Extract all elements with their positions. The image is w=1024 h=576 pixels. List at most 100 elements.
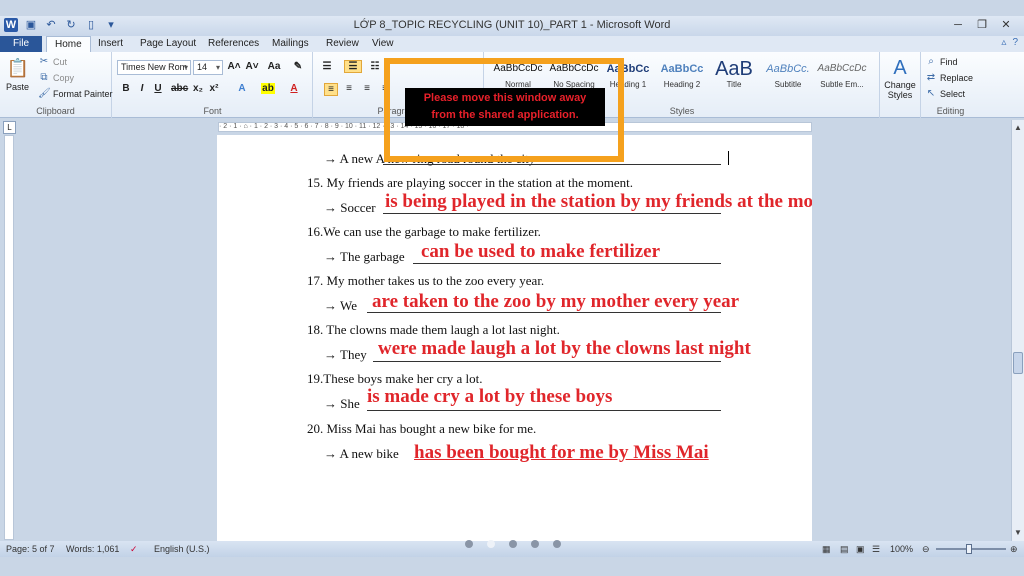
- minimize-ribbon-icon[interactable]: ▵: [1001, 37, 1006, 48]
- tab-page-layout[interactable]: Page Layout: [132, 36, 204, 52]
- language-indicator[interactable]: English (U.S.): [154, 544, 210, 554]
- answer-blank: [383, 164, 721, 165]
- slide-indicator-dots: [465, 540, 561, 548]
- font-group: Times New Rom 14 A˄ A˅ Aa ✎ B I U abc x₂…: [113, 52, 313, 118]
- align-right-icon[interactable]: ≡: [360, 83, 374, 94]
- indicator-dot-active[interactable]: [487, 540, 495, 548]
- grow-font-icon[interactable]: A˄: [227, 61, 241, 72]
- paste-button[interactable]: 📋 Paste: [6, 56, 29, 92]
- superscript-icon[interactable]: x²: [207, 83, 221, 94]
- window-controls: ─ ❐ ✕: [946, 16, 1018, 34]
- align-center-icon[interactable]: ≡: [342, 83, 356, 94]
- indicator-dot[interactable]: [509, 540, 517, 548]
- zoom-slider-handle[interactable]: [966, 544, 972, 554]
- clipboard-group-label: Clipboard: [36, 106, 75, 116]
- tab-mailings[interactable]: Mailings: [264, 36, 317, 52]
- zoom-in-icon[interactable]: ⊕: [1010, 544, 1018, 555]
- style-title[interactable]: AaB Title: [707, 56, 761, 100]
- find-button[interactable]: ⌕ Find: [925, 56, 958, 68]
- change-case-icon[interactable]: Aa: [267, 61, 281, 72]
- underline-icon[interactable]: U: [151, 83, 165, 94]
- tab-file[interactable]: File: [0, 36, 42, 52]
- select-cursor-icon: ↖: [926, 88, 936, 99]
- shrink-font-icon[interactable]: A˅: [245, 61, 259, 72]
- restore-icon[interactable]: ❐: [970, 16, 994, 34]
- vertical-ruler[interactable]: [4, 135, 14, 540]
- outline-view-icon[interactable]: ☰: [872, 544, 880, 555]
- page-count[interactable]: Page: 5 of 7: [6, 544, 55, 554]
- change-styles-label: Change Styles: [884, 80, 916, 100]
- tab-selector[interactable]: L: [3, 121, 16, 134]
- proofing-icon[interactable]: ✓: [130, 544, 138, 555]
- question-20: 20. Miss Mai has bought a new bike for m…: [307, 421, 537, 436]
- numbering-icon[interactable]: ☰: [344, 60, 362, 73]
- highlight-icon[interactable]: ab: [261, 83, 275, 94]
- web-layout-icon[interactable]: ▣: [856, 544, 865, 555]
- clear-formatting-icon[interactable]: ✎: [291, 61, 305, 72]
- bold-icon[interactable]: B: [119, 83, 133, 94]
- question-15: 15. My friends are playing soccer in the…: [307, 175, 633, 190]
- style-name: Subtitle: [774, 80, 802, 89]
- tab-references[interactable]: References: [200, 36, 267, 52]
- scroll-thumb[interactable]: [1013, 352, 1023, 374]
- indicator-dot[interactable]: [553, 540, 561, 548]
- editing-group: ⌕ Find ⇄ Replace ↖ Select Editing: [920, 52, 980, 118]
- scroll-up-icon[interactable]: ▲: [1012, 122, 1024, 134]
- style-subtle-emphasis[interactable]: AaBbCcDc Subtle Em...: [815, 56, 869, 100]
- minimize-icon[interactable]: ─: [946, 16, 970, 34]
- format-painter-button[interactable]: 🖌 Format Painter: [38, 88, 113, 100]
- tab-review[interactable]: Review: [318, 36, 367, 52]
- answer-20: has been bought for me by Miss Mai: [414, 442, 709, 463]
- zoom-out-icon[interactable]: ⊖: [922, 544, 930, 555]
- answer-blank-16: [413, 263, 721, 264]
- answer-prefix-19: → She: [324, 396, 360, 411]
- font-size-combo[interactable]: 14: [193, 60, 223, 75]
- question-17: 17. My mother takes us to the zoo every …: [307, 273, 545, 288]
- scissors-icon: ✂: [39, 56, 49, 67]
- subscript-icon[interactable]: x₂: [191, 83, 205, 94]
- font-color-icon[interactable]: A: [287, 83, 301, 94]
- indicator-dot[interactable]: [531, 540, 539, 548]
- style-name: Title: [726, 80, 742, 89]
- font-name-combo[interactable]: Times New Rom: [117, 60, 191, 75]
- tab-home[interactable]: Home: [46, 36, 91, 52]
- question-18: 18. The clowns made them laugh a lot las…: [307, 322, 560, 337]
- replace-button[interactable]: ⇄ Replace: [925, 72, 973, 84]
- tab-view[interactable]: View: [364, 36, 402, 52]
- style-subtitle[interactable]: AaBbCc. Subtitle: [761, 56, 815, 100]
- copy-button[interactable]: ⧉ Copy: [38, 72, 74, 84]
- cut-button[interactable]: ✂ Cut: [38, 56, 67, 68]
- vertical-scrollbar[interactable]: ▲ ▼: [1011, 120, 1024, 541]
- help-icon[interactable]: ?: [1012, 37, 1018, 48]
- answer-18: were made laugh a lot by the clowns last…: [378, 338, 751, 359]
- style-sample: AaBbCc.: [766, 63, 810, 75]
- answer-blank-15: [383, 213, 721, 214]
- window-title: LỚP 8_TOPIC RECYCLING (UNIT 10)_PART 1 -…: [353, 19, 671, 31]
- screen-share-warning: Please move this window away from the sh…: [405, 88, 605, 126]
- bullets-icon[interactable]: ☰: [320, 61, 334, 72]
- document-page[interactable]: → A new A new ring road round the city 1…: [217, 135, 812, 542]
- close-icon[interactable]: ✕: [994, 16, 1018, 34]
- align-left-icon[interactable]: ≡: [324, 83, 338, 96]
- strikethrough-icon[interactable]: abc: [171, 83, 188, 94]
- change-styles-button[interactable]: A Change Styles: [882, 56, 918, 100]
- print-layout-icon[interactable]: ▦: [822, 544, 831, 555]
- full-screen-reading-icon[interactable]: ▤: [840, 544, 849, 555]
- find-label: Find: [940, 57, 958, 67]
- scroll-down-icon[interactable]: ▼: [1012, 527, 1024, 539]
- answer-prefix-16: → The garbage: [324, 249, 405, 264]
- select-button[interactable]: ↖ Select: [925, 88, 965, 100]
- format-painter-label: Format Painter: [53, 89, 113, 99]
- zoom-level[interactable]: 100%: [890, 544, 913, 554]
- italic-icon[interactable]: I: [135, 83, 149, 94]
- multilevel-list-icon[interactable]: ☷: [368, 61, 382, 72]
- answer-prefix-20: → A new bike: [324, 446, 399, 461]
- tab-insert[interactable]: Insert: [90, 36, 131, 52]
- question-19: 19.These boys make her cry a lot.: [307, 371, 483, 386]
- indicator-dot[interactable]: [465, 540, 473, 548]
- text-effects-icon[interactable]: A: [235, 83, 249, 94]
- font-group-label: Font: [203, 106, 222, 116]
- style-heading-2[interactable]: AaBbCc Heading 2: [655, 56, 709, 100]
- word-count[interactable]: Words: 1,061: [66, 544, 119, 554]
- warning-line-1: Please move this window away: [423, 92, 587, 104]
